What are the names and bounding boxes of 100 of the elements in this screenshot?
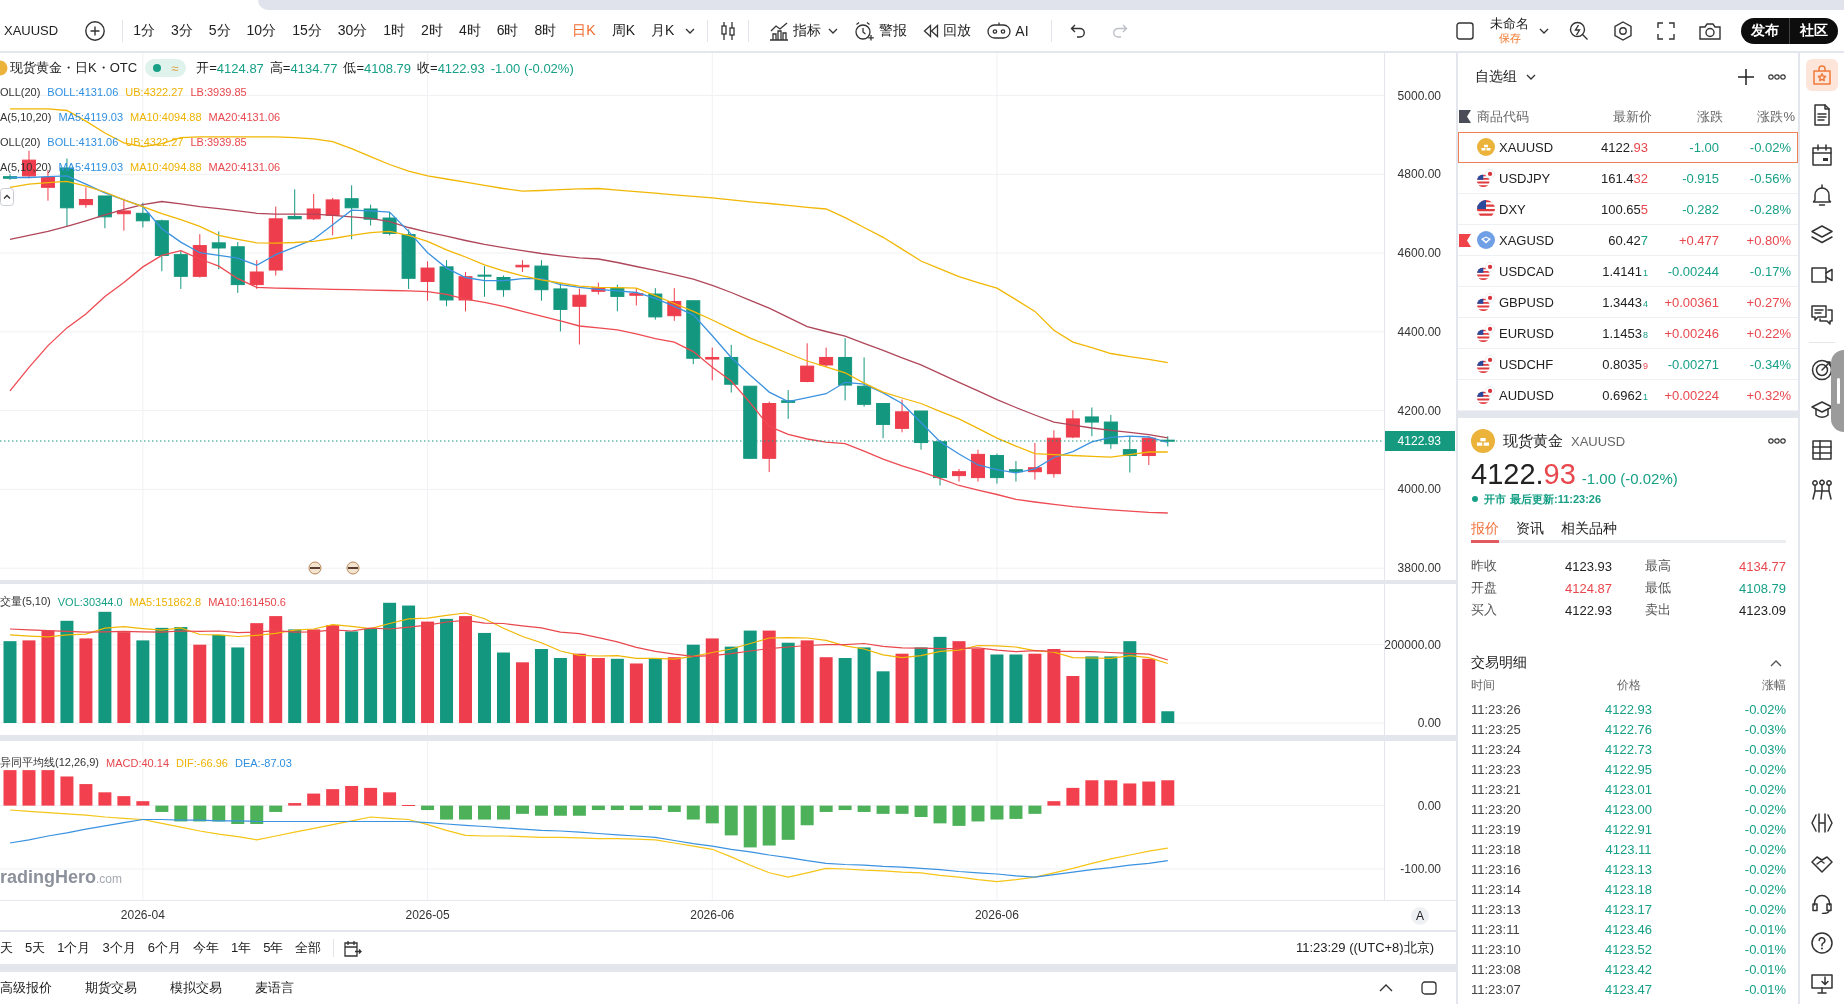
- interval-tab[interactable]: 周K: [603, 15, 643, 46]
- document-icon[interactable]: [1811, 104, 1833, 126]
- caret-icon[interactable]: [1539, 27, 1549, 34]
- camera-icon[interactable]: [1699, 21, 1721, 40]
- interval-tab[interactable]: 10分: [238, 15, 285, 46]
- range-button[interactable]: 1个月: [51, 939, 97, 957]
- indicator-value: DEA:-87.03: [235, 756, 292, 769]
- range-button[interactable]: 5天: [19, 939, 52, 957]
- layout-square-icon[interactable]: [1456, 21, 1474, 40]
- macd-bar: [1142, 781, 1156, 806]
- watchlist-row[interactable]: USDCHF 0.80359 -0.00271 -0.34%: [1458, 349, 1798, 380]
- interval-tab[interactable]: 15分: [284, 15, 330, 46]
- graduation-cap-icon[interactable]: [1811, 399, 1833, 421]
- range-button[interactable]: 1年: [224, 939, 258, 957]
- chevron-up-icon[interactable]: [1379, 984, 1393, 992]
- indicators-button[interactable]: 指标: [761, 15, 847, 46]
- watchlist-group-selector[interactable]: 自选组: [1475, 68, 1536, 86]
- event-marker-icon[interactable]: [346, 561, 360, 575]
- more-icon[interactable]: [1768, 438, 1786, 444]
- interval-tab[interactable]: 8时: [526, 15, 565, 46]
- auto-scale-button[interactable]: A: [1411, 906, 1429, 925]
- volume-bar: [667, 657, 681, 723]
- undo-icon[interactable]: [1069, 23, 1086, 38]
- layers-icon[interactable]: [1811, 224, 1833, 246]
- symbol-selector[interactable]: XAUUSD: [4, 23, 59, 38]
- interval-tab[interactable]: 月K: [643, 15, 683, 46]
- interval-tab[interactable]: 30分: [329, 15, 376, 46]
- detail-tab[interactable]: 相关品种: [1561, 517, 1617, 543]
- help-icon[interactable]: [1811, 932, 1833, 954]
- diamond-coin-icon: [1477, 231, 1495, 249]
- event-marker-icon[interactable]: [308, 561, 322, 575]
- change-percent-cell-text: -0.28%: [1748, 201, 1791, 217]
- watchlist-row[interactable]: XAUUSD 4122.93 -1.00 -0.02%: [1458, 132, 1798, 163]
- add-circle-icon[interactable]: [85, 20, 106, 41]
- watchlist-row[interactable]: XAGUSD 60.427 +0.477 +0.80%: [1458, 225, 1798, 256]
- interval-tab[interactable]: 5分: [200, 15, 239, 46]
- interval-tab[interactable]: 6时: [488, 15, 527, 46]
- range-button[interactable]: 天: [0, 939, 19, 957]
- drawer-handle[interactable]: [1831, 350, 1844, 432]
- interval-tab[interactable]: 4时: [450, 15, 489, 46]
- column-header: 时间: [1471, 676, 1496, 694]
- watchlist-row[interactable]: GBPUSD 1.34434 +0.00361 +0.27%: [1458, 287, 1798, 318]
- quote-label: 开盘: [1471, 579, 1497, 597]
- code-brackets-icon[interactable]: [1811, 812, 1833, 834]
- headset-icon[interactable]: [1811, 892, 1833, 914]
- watchlist-row[interactable]: USDCAD 1.41411 -0.00244 -0.17%: [1458, 256, 1798, 287]
- range-button[interactable]: 5年: [257, 939, 290, 957]
- ai-button[interactable]: AI: [979, 15, 1037, 46]
- bottom-tab[interactable]: 麦语言: [255, 979, 294, 997]
- interval-tab[interactable]: 3分: [163, 15, 201, 46]
- watchlist-row[interactable]: USDJPY 161.432 -0.915 -0.56%: [1458, 163, 1798, 194]
- candle: [534, 259, 549, 302]
- interval-tab[interactable]: 1时: [375, 15, 414, 46]
- alerts-button[interactable]: 警报: [846, 15, 916, 46]
- bottom-tab[interactable]: 高级报价: [0, 979, 52, 997]
- macd-bar: [629, 805, 643, 811]
- hexagon-settings-icon[interactable]: [1613, 20, 1633, 41]
- monitor-download-icon[interactable]: [1811, 972, 1833, 994]
- watchlist-row[interactable]: AUDUSD 0.69621 +0.00224 +0.32%: [1458, 380, 1798, 411]
- detail-tab[interactable]: 资讯: [1516, 517, 1544, 543]
- flag-pair-icon: [1477, 293, 1495, 311]
- candlestick-icon[interactable]: [720, 20, 737, 41]
- target-icon[interactable]: [1811, 359, 1833, 381]
- range-button[interactable]: 今年: [186, 939, 225, 957]
- more-icon[interactable]: [1768, 74, 1786, 80]
- network-icon[interactable]: [1811, 479, 1833, 501]
- interval-tab[interactable]: 2时: [413, 15, 451, 46]
- timezone-button[interactable]: 11:23:29 ((UTC+8)北京): [1295, 939, 1434, 957]
- interval-tab[interactable]: 1分: [125, 15, 163, 46]
- watchlist-row[interactable]: DXY 100.655 -0.282 -0.28%: [1458, 194, 1798, 225]
- calendar-icon[interactable]: [344, 939, 363, 957]
- scrollbar[interactable]: [258, 0, 1844, 10]
- fullscreen-icon[interactable]: [1657, 21, 1675, 40]
- action-button[interactable]: 发布: [1741, 17, 1789, 44]
- flag-icon[interactable]: [1459, 110, 1471, 123]
- range-button[interactable]: 全部: [289, 939, 328, 957]
- table-icon[interactable]: [1811, 439, 1833, 461]
- video-camera-icon[interactable]: [1811, 264, 1833, 286]
- range-button[interactable]: 3个月: [96, 939, 142, 957]
- watchlist-row[interactable]: EURUSD 1.14538 +0.00246 +0.22%: [1458, 318, 1798, 349]
- caret-icon[interactable]: [685, 27, 696, 34]
- indicator-value: DIF:-66.96: [176, 756, 228, 769]
- bottom-tab[interactable]: 期货交易: [85, 979, 137, 997]
- window-icon[interactable]: [1421, 981, 1437, 995]
- trade-price: 4123.46: [1604, 921, 1653, 937]
- change-cell-text: -0.00271: [1666, 356, 1719, 372]
- lightning-search-icon[interactable]: [1569, 20, 1589, 41]
- plus-icon[interactable]: [1738, 69, 1754, 85]
- macd-bar: [1123, 783, 1137, 806]
- chevron-up-icon[interactable]: [1770, 659, 1782, 667]
- replay-button[interactable]: 回放: [915, 15, 980, 46]
- chat-icon[interactable]: [1811, 304, 1833, 326]
- calendar-icon[interactable]: [1811, 144, 1833, 166]
- macd-bar: [610, 805, 624, 811]
- bell-icon[interactable]: [1811, 184, 1833, 206]
- action-button[interactable]: 社区: [1789, 17, 1838, 44]
- layout-name-button[interactable]: 未命名: [1490, 16, 1529, 32]
- bottom-tab[interactable]: 模拟交易: [170, 979, 222, 997]
- range-button[interactable]: 6个月: [141, 939, 187, 957]
- flag-icon[interactable]: [1459, 233, 1471, 247]
